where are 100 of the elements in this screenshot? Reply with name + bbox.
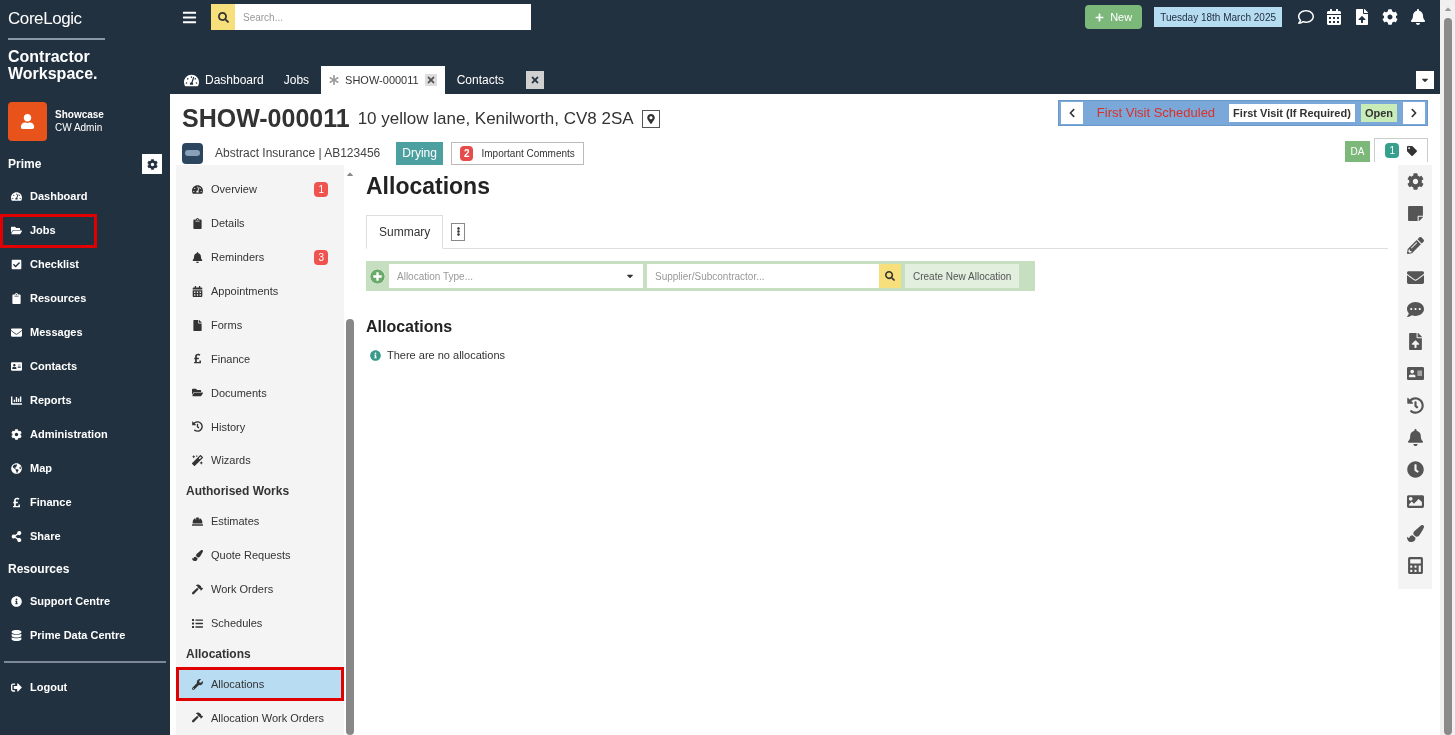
count-badge: 1 bbox=[314, 181, 328, 197]
brush-icon[interactable] bbox=[1406, 524, 1424, 542]
count-badge: 3 bbox=[314, 249, 328, 265]
more-button[interactable] bbox=[451, 222, 466, 241]
nav-section: Authorised Works bbox=[176, 477, 344, 505]
clock-icon[interactable] bbox=[1406, 460, 1424, 478]
important-comments-button[interactable]: 2 Important Comments bbox=[450, 141, 584, 165]
upload-icon[interactable] bbox=[1406, 332, 1424, 350]
nav-item[interactable]: Quote Requests bbox=[176, 538, 344, 573]
file-icon bbox=[192, 319, 203, 331]
clipboard-icon bbox=[192, 217, 203, 229]
tab[interactable]: Contacts bbox=[448, 66, 552, 94]
pound-icon bbox=[192, 353, 203, 365]
settings-icon[interactable] bbox=[1382, 9, 1398, 25]
nav-item[interactable]: Overview 1 bbox=[176, 172, 344, 207]
search-button[interactable] bbox=[211, 4, 235, 30]
history-icon[interactable] bbox=[1406, 396, 1424, 414]
settings-button[interactable] bbox=[142, 154, 162, 174]
dropdown-button[interactable] bbox=[1416, 71, 1434, 89]
close-icon[interactable] bbox=[424, 74, 437, 86]
sidebar-item[interactable]: Contacts bbox=[0, 349, 170, 384]
sidebar-item[interactable]: Messages bbox=[0, 315, 170, 350]
sidebar-item[interactable]: Checklist bbox=[0, 247, 170, 282]
nav-item[interactable]: Finance bbox=[176, 342, 344, 376]
sidebar-item[interactable]: Logout bbox=[0, 670, 170, 705]
nav-item[interactable]: Forms bbox=[176, 308, 344, 343]
search-icon bbox=[217, 11, 229, 23]
empty-message: There are no allocations bbox=[387, 348, 505, 363]
add-icon[interactable] bbox=[370, 268, 385, 284]
contact-card-icon[interactable] bbox=[1406, 364, 1424, 382]
nav-item[interactable]: Appointments bbox=[176, 274, 344, 309]
tab[interactable]: Jobs bbox=[275, 66, 318, 94]
next-button[interactable] bbox=[1403, 102, 1425, 124]
nav-item[interactable]: Reminders 3 bbox=[176, 240, 344, 275]
nav-item[interactable]: Work Orders bbox=[176, 572, 344, 607]
gauge-icon bbox=[11, 191, 22, 202]
initials-badge: DA bbox=[1344, 141, 1371, 162]
sidebar-item[interactable]: Jobs bbox=[0, 213, 97, 248]
sidebar-section: Resources bbox=[8, 560, 70, 578]
nav-item[interactable]: Allocation Work Orders bbox=[176, 701, 344, 735]
upload-icon[interactable] bbox=[1354, 9, 1370, 25]
sidebar-item[interactable]: Reports bbox=[0, 383, 170, 418]
search-button[interactable] bbox=[879, 264, 901, 288]
bell-icon[interactable] bbox=[1406, 428, 1424, 446]
bar-chart-icon bbox=[11, 395, 22, 406]
bell-icon[interactable] bbox=[1410, 9, 1426, 25]
search-field[interactable]: Search... bbox=[235, 4, 531, 30]
gear-icon bbox=[11, 429, 22, 440]
sidebar-item[interactable]: Dashboard bbox=[0, 179, 170, 214]
create-allocation-button[interactable]: Create New Allocation bbox=[905, 264, 1020, 288]
menu-icon[interactable] bbox=[182, 9, 197, 25]
tab[interactable]: Summary bbox=[366, 215, 444, 249]
settings-icon[interactable] bbox=[1406, 172, 1424, 190]
scrollbar-thumb[interactable] bbox=[1443, 18, 1452, 735]
sidebar-item[interactable]: Support Centre bbox=[0, 584, 170, 619]
client-reference: Abstract Insurance | AB123456 bbox=[215, 145, 381, 162]
page-title: Allocations bbox=[366, 171, 491, 201]
gear-icon bbox=[146, 158, 158, 170]
tab[interactable]: Dashboard bbox=[176, 66, 272, 94]
envelope-icon[interactable] bbox=[1406, 268, 1424, 286]
nav-item[interactable]: Schedules bbox=[176, 606, 344, 641]
list-icon bbox=[192, 617, 203, 629]
sidebar-item[interactable]: Share bbox=[0, 519, 170, 554]
folder-icon bbox=[11, 225, 22, 236]
user-role: CW Admin bbox=[55, 121, 104, 134]
sidebar-item[interactable]: Finance bbox=[0, 485, 170, 520]
sidebar-item[interactable]: Resources bbox=[0, 281, 170, 316]
calendar-icon bbox=[192, 285, 203, 297]
image-icon[interactable] bbox=[1406, 492, 1424, 510]
nav-item[interactable]: Details bbox=[176, 206, 344, 241]
nav-item[interactable]: Allocations bbox=[176, 667, 344, 702]
nav-item[interactable]: Wizards bbox=[176, 443, 344, 478]
sidebar-item[interactable]: Map bbox=[0, 451, 170, 486]
date-label: Tuesday 18th March 2025 bbox=[1154, 7, 1282, 27]
map-pin-button[interactable] bbox=[641, 109, 660, 128]
clipboard-icon bbox=[11, 293, 22, 304]
globe-icon bbox=[11, 463, 22, 474]
calculator-icon[interactable] bbox=[1406, 556, 1424, 574]
search-icon bbox=[885, 271, 895, 281]
sidebar-section: Prime bbox=[8, 155, 42, 173]
chat-bubble-icon[interactable] bbox=[1406, 300, 1424, 318]
calendar-icon[interactable] bbox=[1326, 9, 1342, 25]
sidebar-item[interactable]: Administration bbox=[0, 417, 170, 452]
chat-bubble-icon[interactable] bbox=[1298, 9, 1314, 25]
nav-item[interactable]: Estimates bbox=[176, 504, 344, 539]
note-icon[interactable] bbox=[1406, 204, 1424, 222]
nav-item[interactable]: Documents bbox=[176, 375, 344, 410]
wrench-icon bbox=[192, 678, 203, 690]
tab[interactable]: SHOW-000011 bbox=[321, 66, 445, 94]
pencil-icon[interactable] bbox=[1406, 236, 1424, 254]
nav-item[interactable]: History bbox=[176, 409, 344, 444]
supplier-field[interactable]: Supplier/Subcontractor... bbox=[647, 264, 879, 288]
sidebar-item[interactable]: Prime Data Centre bbox=[0, 618, 170, 653]
logout-icon bbox=[11, 682, 22, 693]
tag-icon bbox=[1407, 145, 1417, 156]
previous-button[interactable] bbox=[1060, 102, 1083, 124]
close-icon[interactable] bbox=[526, 71, 544, 89]
scrollbar-thumb[interactable] bbox=[346, 318, 354, 735]
asterisk-icon bbox=[329, 75, 340, 85]
status-step: First Visit (If Required) bbox=[1229, 104, 1355, 122]
